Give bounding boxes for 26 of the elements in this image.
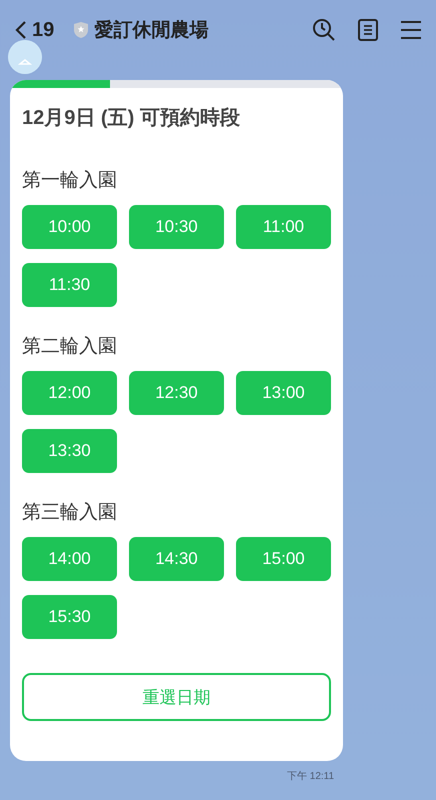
card-title: 12月9日 (五) 可預約時段: [22, 106, 241, 131]
time-slot-button[interactable]: 14:30: [129, 537, 224, 581]
time-slot-button[interactable]: 14:00: [22, 537, 117, 581]
time-slot-button[interactable]: 12:30: [129, 371, 224, 415]
avatar-icon: [8, 40, 42, 74]
time-slot-button[interactable]: 13:30: [22, 429, 117, 473]
chevron-left-icon: [14, 20, 28, 40]
section-label: 第一輪入園: [22, 169, 118, 193]
back-button[interactable]: 19: [14, 18, 54, 42]
reselect-date-button[interactable]: 重選日期: [22, 673, 331, 721]
search-icon[interactable]: [312, 18, 336, 42]
time-slot-button[interactable]: 15:30: [22, 595, 117, 639]
chat-title: 愛訂休閒農場: [94, 18, 208, 43]
time-slot-button[interactable]: 11:30: [22, 263, 117, 307]
time-slot-button[interactable]: 10:00: [22, 205, 117, 249]
time-slot-button[interactable]: 11:00: [236, 205, 331, 249]
section-label: 第二輪入園: [22, 335, 118, 359]
time-slot-button[interactable]: 12:00: [22, 371, 117, 415]
menu-icon[interactable]: [400, 20, 422, 40]
time-slot-button[interactable]: 15:00: [236, 537, 331, 581]
time-slot-button[interactable]: 13:00: [236, 371, 331, 415]
shield-icon: [74, 22, 88, 38]
timestamp: 下午 12:11: [287, 770, 334, 783]
notes-icon[interactable]: [358, 19, 378, 41]
section-label: 第三輪入園: [22, 501, 118, 525]
time-slot-button[interactable]: 10:30: [129, 205, 224, 249]
